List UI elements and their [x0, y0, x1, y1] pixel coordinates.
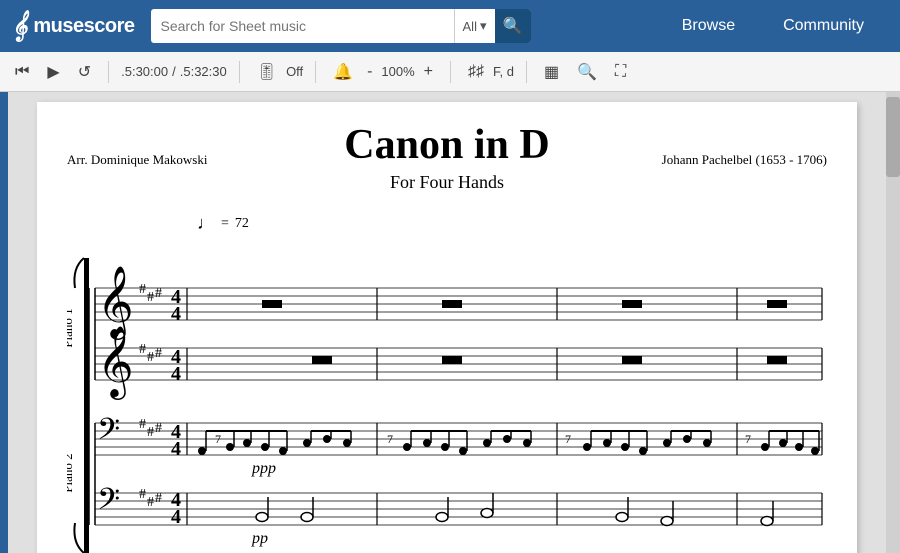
mixer-button[interactable]: 🎚	[252, 60, 282, 84]
key-button[interactable]: ♯♯	[463, 61, 489, 83]
svg-text:4: 4	[171, 506, 181, 528]
scrollbar-thumb[interactable]	[886, 97, 900, 177]
toolbar-sep-4	[450, 61, 451, 83]
logo-area[interactable]: 𝄞 musescore	[12, 10, 135, 42]
composer-label: Johann Pachelbel (1653 - 1706)	[662, 152, 827, 168]
tempo-mark: ♩ = 72	[197, 213, 827, 234]
svg-text:𝄞: 𝄞	[97, 326, 134, 400]
repeat-button[interactable]: ↺	[73, 60, 96, 84]
search-filter-label: All	[463, 19, 477, 34]
svg-text:pp: pp	[251, 530, 268, 547]
svg-text:4: 4	[171, 363, 181, 385]
key-icon: ♯♯	[468, 63, 484, 80]
time-sep: /	[172, 64, 176, 79]
metronome-group: 🔔 - 100% +	[328, 60, 438, 84]
toolbar: ⏮ ▶ ↺ .5:30:00 / .5:32:30 🎚 Off 🔔 - 100%…	[0, 52, 900, 92]
toolbar-sep-3	[315, 61, 316, 83]
key-group: ♯♯ F, d	[463, 61, 514, 83]
tempo-display: 100%	[381, 64, 414, 79]
logo-icon: 𝄞	[12, 10, 27, 42]
search-icon: 🔍	[503, 16, 523, 36]
main-area: Canon in D For Four Hands Arr. Dominique…	[0, 92, 900, 553]
tempo-minus-button[interactable]: -	[362, 61, 377, 83]
play-button[interactable]: ▶	[42, 60, 64, 84]
tempo-value: 72	[235, 216, 249, 232]
svg-text:7: 7	[215, 432, 221, 446]
search-input[interactable]	[151, 18, 454, 34]
svg-text:4: 4	[171, 438, 181, 460]
loop-label: Off	[286, 64, 303, 79]
search-bar[interactable]: All ▾ 🔍	[151, 9, 531, 43]
svg-text:#: #	[147, 350, 154, 365]
tempo-note-icon: ♩	[197, 213, 215, 234]
minus-icon: -	[367, 63, 372, 80]
piano1-bass-staff: 𝄞 # # # 4 4	[95, 326, 822, 400]
browse-link[interactable]: Browse	[658, 0, 759, 52]
svg-text:𝄢: 𝄢	[97, 413, 120, 453]
mixer-group: 🎚 Off	[252, 60, 303, 84]
svg-text:#: #	[155, 421, 162, 436]
svg-text:7: 7	[745, 432, 751, 446]
svg-text:7: 7	[565, 432, 571, 446]
piece-subtitle: For Four Hands	[67, 172, 827, 193]
chevron-down-icon: ▾	[480, 18, 487, 34]
svg-text:#: #	[139, 282, 146, 297]
svg-text:ppp: ppp	[251, 460, 276, 477]
search-filter-dropdown[interactable]: All ▾	[454, 9, 495, 43]
tempo-plus-button[interactable]: +	[419, 61, 438, 83]
svg-text:#: #	[139, 342, 146, 357]
fullscreen-icon: ⛶	[615, 63, 626, 80]
play-icon: ▶	[47, 64, 59, 81]
svg-text:𝄢: 𝄢	[97, 483, 120, 523]
svg-text:4: 4	[171, 303, 181, 325]
search-button[interactable]: 🔍	[495, 9, 531, 43]
community-link[interactable]: Community	[759, 0, 888, 52]
piano2-bass2-staff: 𝄢 # # # 4 4	[95, 483, 822, 547]
arranger-label: Arr. Dominique Makowski	[67, 152, 207, 168]
svg-text:7: 7	[387, 432, 393, 446]
score-container[interactable]: Canon in D For Four Hands Arr. Dominique…	[8, 92, 886, 553]
plus-icon: +	[424, 63, 433, 80]
svg-text:#: #	[155, 491, 162, 506]
key-label: F, d	[493, 64, 514, 79]
piano1-treble-staff: 𝄞 # # # 4 4	[95, 266, 822, 340]
toolbar-sep-2	[239, 61, 240, 83]
time-total: .5:32:30	[180, 64, 227, 79]
toolbar-sep-5	[526, 61, 527, 83]
metronome-icon: 🔔	[333, 64, 353, 81]
toolbar-sep-1	[108, 61, 109, 83]
svg-text:#: #	[147, 290, 154, 305]
zoom-button[interactable]: 🔍	[572, 60, 602, 84]
metronome-button[interactable]: 🔔	[328, 60, 358, 84]
svg-text:#: #	[155, 286, 162, 301]
left-strip	[0, 92, 8, 553]
mixer-icon: 🎚	[257, 64, 277, 81]
tempo-equals: =	[221, 216, 229, 232]
svg-text:#: #	[147, 425, 154, 440]
zoom-icon: 🔍	[577, 64, 597, 81]
scrollbar[interactable]	[886, 92, 900, 553]
fullscreen-button[interactable]: ⛶	[610, 61, 631, 83]
svg-text:#: #	[139, 487, 146, 502]
staff-svg: Piano 1 Piano 2 𝄞	[67, 238, 827, 553]
grid-icon: ▦	[544, 64, 559, 81]
score-area: ♩ = 72 Piano 1 Piano 2	[67, 213, 827, 553]
logo-text: musescore	[33, 15, 134, 38]
repeat-icon: ↺	[78, 64, 91, 81]
rewind-button[interactable]: ⏮	[10, 61, 34, 83]
piano1-label: Piano 1	[67, 309, 75, 348]
rewind-icon: ⏮	[15, 63, 29, 80]
svg-text:#: #	[155, 346, 162, 361]
time-current: .5:30:00	[121, 64, 168, 79]
time-display: .5:30:00 / .5:32:30	[121, 64, 227, 79]
piano2-label: Piano 2	[67, 454, 75, 493]
piano2-bass-staff: 𝄢 # # # 4 4	[95, 413, 822, 477]
sheet-page: Canon in D For Four Hands Arr. Dominique…	[37, 102, 857, 553]
svg-text:#: #	[139, 417, 146, 432]
grid-button[interactable]: ▦	[539, 60, 564, 84]
svg-text:#: #	[147, 495, 154, 510]
navbar: 𝄞 musescore All ▾ 🔍 Browse Community	[0, 0, 900, 52]
nav-links: Browse Community	[658, 0, 888, 52]
